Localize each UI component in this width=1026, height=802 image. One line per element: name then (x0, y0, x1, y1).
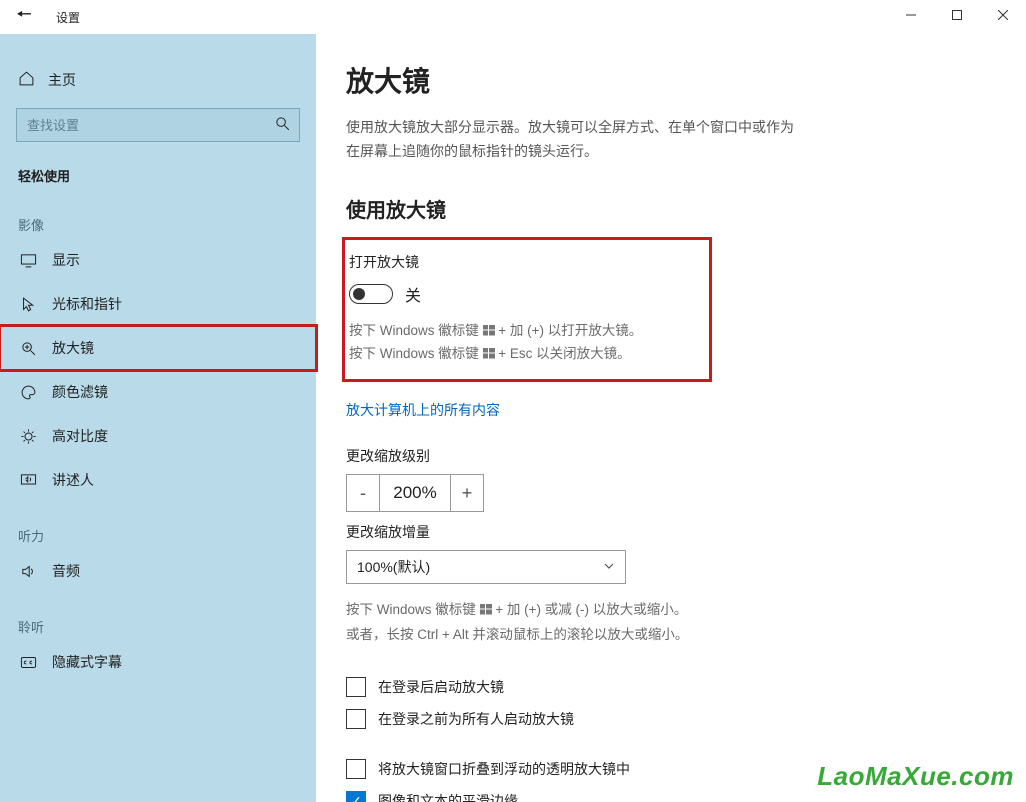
checkbox-icon[interactable] (346, 677, 366, 697)
zoom-level-label: 更改缩放级别 (346, 446, 986, 466)
zoom-increment-label: 更改缩放增量 (346, 522, 986, 542)
back-button[interactable]: 🠔 (0, 0, 48, 34)
contrast-icon (18, 428, 38, 445)
title-bar: 🠔 设置 (0, 0, 1026, 34)
checkbox-icon[interactable] (346, 759, 366, 779)
sidebar-item-label: 讲述人 (52, 470, 94, 490)
display-icon (18, 252, 38, 269)
open-magnifier-label: 打开放大镜 (349, 252, 695, 272)
sidebar-item-label: 放大镜 (52, 338, 94, 358)
sidebar-item-label: 隐藏式字幕 (52, 652, 122, 672)
maximize-button[interactable] (934, 0, 980, 30)
checkbox-start-after-login[interactable]: 在登录后启动放大镜 (346, 677, 986, 697)
home-label: 主页 (48, 70, 76, 90)
sidebar-item-label: 音频 (52, 561, 80, 581)
magnifier-toggle[interactable]: 关 (349, 282, 695, 306)
shortcut-hint: 按下 Windows 徽标键 + 加 (+) 以打开放大镜。 按下 Window… (349, 320, 695, 366)
system-buttons (888, 0, 1026, 30)
sidebar-item-label: 颜色滤镜 (52, 382, 108, 402)
sidebar-item-color-filter[interactable]: 颜色滤镜 (0, 370, 316, 414)
toggle-switch[interactable] (349, 284, 393, 304)
palette-icon (18, 384, 38, 401)
zoom-value: 200% (380, 474, 450, 512)
checkbox-start-before-login[interactable]: 在登录之前为所有人启动放大镜 (346, 709, 986, 729)
sidebar-item-label: 显示 (52, 250, 80, 270)
search-icon (274, 115, 291, 135)
group-interaction-label: 聆听 (0, 593, 316, 640)
home-icon (16, 70, 36, 90)
sidebar-item-narrator[interactable]: 讲述人 (0, 458, 316, 502)
home-nav[interactable]: 主页 (0, 64, 316, 104)
sidebar-item-cursor[interactable]: 光标和指针 (0, 282, 316, 326)
zoom-shortcut-hint: 按下 Windows 徽标键 + 加 (+) 或减 (-) 以放大或缩小。 或者… (346, 598, 766, 647)
chevron-down-icon (603, 559, 615, 575)
cursor-icon (18, 296, 38, 313)
checkbox-smooth-edges[interactable]: ✓ 图像和文本的平滑边缘 (346, 791, 986, 802)
audio-icon (18, 563, 38, 580)
zoom-plus-button[interactable]: + (450, 474, 484, 512)
cc-icon (18, 654, 38, 671)
sidebar-item-audio[interactable]: 音频 (0, 549, 316, 593)
minimize-button[interactable] (888, 0, 934, 30)
toggle-state: 关 (405, 282, 421, 306)
narrator-icon (18, 472, 38, 489)
content-area: 放大镜 使用放大镜放大部分显示器。放大镜可以全屏方式、在单个窗口中或作为在屏幕上… (316, 34, 1026, 802)
zoom-minus-button[interactable]: - (346, 474, 380, 512)
windows-key-icon (480, 604, 492, 615)
checkbox-icon-checked[interactable]: ✓ (346, 791, 366, 802)
checkbox-label: 将放大镜窗口折叠到浮动的透明放大镜中 (378, 759, 630, 779)
checkbox-label: 在登录之前为所有人启动放大镜 (378, 709, 574, 729)
close-button[interactable] (980, 0, 1026, 30)
checkbox-label: 在登录后启动放大镜 (378, 677, 504, 697)
zoom-increment-select[interactable]: 100%(默认) (346, 550, 626, 584)
page-title: 放大镜 (346, 60, 986, 100)
group-vision-label: 影像 (0, 191, 316, 238)
use-magnifier-heading: 使用放大镜 (346, 194, 986, 223)
sidebar-item-display[interactable]: 显示 (0, 238, 316, 282)
magnifier-icon (18, 340, 38, 357)
sidebar-item-high-contrast[interactable]: 高对比度 (0, 414, 316, 458)
sidebar-item-closed-captions[interactable]: 隐藏式字幕 (0, 640, 316, 684)
checkbox-icon[interactable] (346, 709, 366, 729)
highlighted-section: 打开放大镜 关 按下 Windows 徽标键 + 加 (+) 以打开放大镜。 按… (342, 237, 712, 383)
page-description: 使用放大镜放大部分显示器。放大镜可以全屏方式、在单个窗口中或作为在屏幕上追随你的… (346, 116, 806, 164)
checkbox-label: 图像和文本的平滑边缘 (378, 791, 518, 802)
sidebar-item-magnifier[interactable]: 放大镜 (0, 326, 316, 370)
enlarge-all-link[interactable]: 放大计算机上的所有内容 (346, 400, 500, 420)
windows-key-icon (483, 325, 495, 336)
watermark: LaoMaXue.com (817, 761, 1014, 792)
sidebar-item-label: 高对比度 (52, 426, 108, 446)
search-box[interactable] (16, 108, 300, 142)
search-input[interactable] (27, 118, 274, 133)
sidebar-item-label: 光标和指针 (52, 294, 122, 314)
select-value: 100%(默认) (357, 557, 430, 577)
category-label: 轻松使用 (0, 160, 316, 191)
windows-key-icon (483, 348, 495, 359)
zoom-stepper: - 200% + (346, 474, 986, 512)
group-hearing-label: 听力 (0, 502, 316, 549)
sidebar: 主页 轻松使用 影像 显示 光标和指针 放大镜 颜色滤镜 高对比度 (0, 34, 316, 802)
window-title: 设置 (56, 9, 80, 26)
